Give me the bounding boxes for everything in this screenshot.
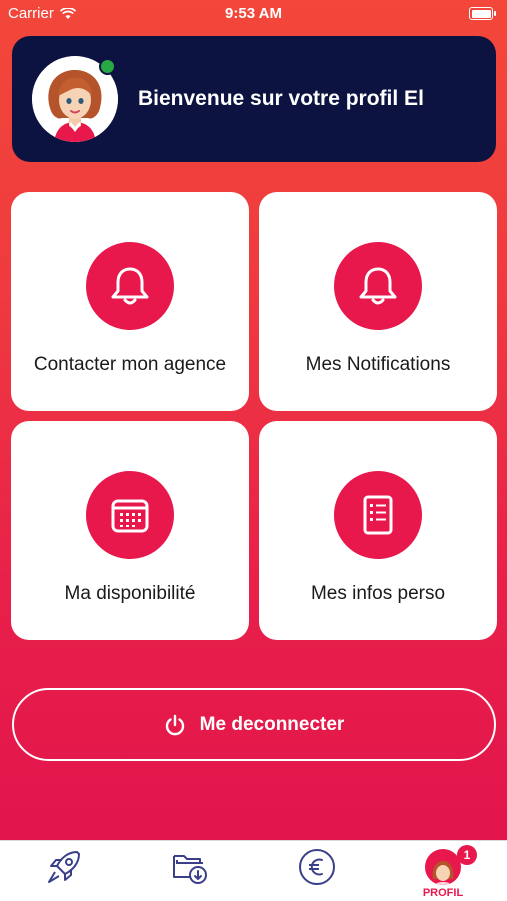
- notification-badge: 1: [457, 845, 477, 865]
- power-icon: [165, 714, 184, 735]
- status-time: 9:53 AM: [225, 5, 282, 22]
- battery-icon: [469, 7, 496, 20]
- tile-icon-circle: [86, 471, 174, 559]
- tile-label: Mes Notifications: [305, 354, 451, 375]
- calendar-icon: [111, 499, 149, 533]
- folder-download-icon: [173, 855, 207, 884]
- status-bar: Carrier 9:53 AM: [0, 0, 507, 28]
- tab-profil[interactable]: 1 PROFIL: [408, 841, 478, 901]
- rocket-icon: [48, 851, 80, 883]
- logout-label: Me deconnecter: [199, 713, 345, 735]
- tab-payments[interactable]: [282, 841, 352, 901]
- welcome-title: Bienvenue sur votre profil El: [138, 87, 424, 110]
- profile-avatar-icon: [425, 849, 461, 885]
- tile-icon-circle: [334, 242, 422, 330]
- profile-header: Bienvenue sur votre profil El: [12, 36, 496, 162]
- online-status-dot: [99, 58, 116, 75]
- tile-notifications[interactable]: Mes Notifications: [259, 192, 497, 411]
- tab-rocket[interactable]: [29, 841, 99, 901]
- avatar[interactable]: [32, 56, 118, 142]
- tab-label-profil: PROFIL: [422, 887, 464, 899]
- tile-availability[interactable]: Ma disponibilité: [11, 421, 249, 640]
- tile-icon-circle: [334, 471, 422, 559]
- bell-icon: [111, 267, 149, 305]
- tab-bar: 1 PROFIL: [0, 840, 507, 901]
- tile-label: Contacter mon agence: [33, 354, 227, 375]
- tile-label: Ma disponibilité: [64, 583, 196, 604]
- euro-icon: [299, 849, 335, 885]
- tile-icon-circle: [86, 242, 174, 330]
- tile-label: Mes infos perso: [310, 583, 446, 604]
- app-screen: Carrier 9:53 AM Bienvenue sur votre prof…: [0, 0, 507, 840]
- tab-documents[interactable]: [155, 841, 225, 901]
- tile-contact-agency[interactable]: Contacter mon agence: [11, 192, 249, 411]
- tile-personal-info[interactable]: Mes infos perso: [259, 421, 497, 640]
- bell-icon: [359, 267, 397, 305]
- document-icon: [363, 495, 393, 535]
- logout-button[interactable]: Me deconnecter: [12, 688, 496, 761]
